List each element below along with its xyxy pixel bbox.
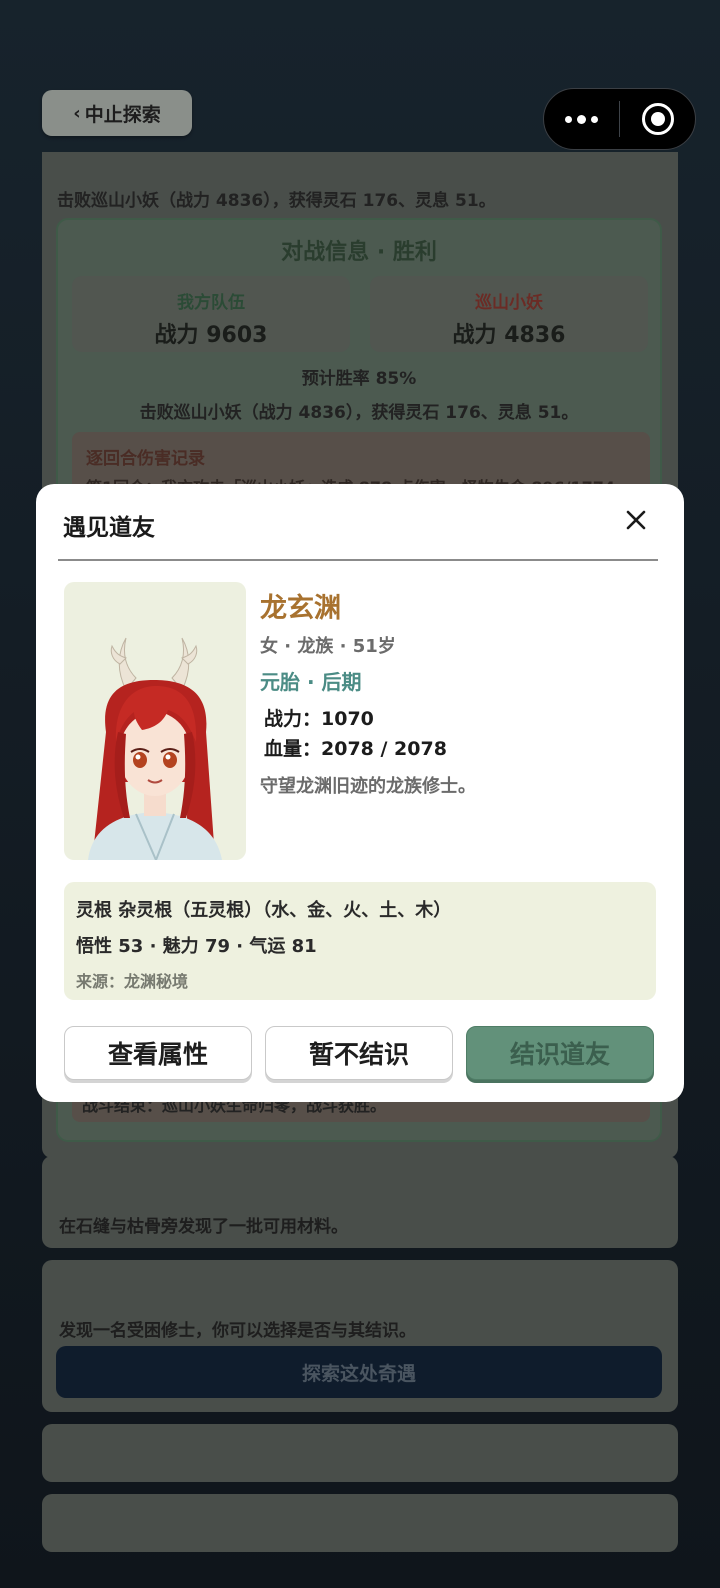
event-text: 发现一名受困修士，你可以选择是否与其结识。	[59, 1321, 416, 1341]
event-card-empty	[42, 1424, 678, 1482]
our-team-power: 战力 9603	[154, 323, 268, 348]
explore-encounter-button[interactable]: 探索这处奇遇	[56, 1346, 662, 1398]
character-realm: 元胎 · 后期	[260, 670, 362, 694]
our-team-label: 我方队伍	[177, 293, 245, 313]
abort-exploration-button[interactable]: ‹ 中止探索	[42, 90, 192, 136]
character-info-box: 灵根 杂灵根（五灵根）（水、金、火、土、木） 悟性 53 · 魅力 79 · 气…	[64, 882, 656, 1000]
event-text: 在石缝与枯骨旁发现了一批可用材料。	[59, 1217, 348, 1237]
dialog-title: 遇见道友	[63, 515, 155, 541]
character-attributes: 悟性 53 · 魅力 79 · 气运 81	[76, 936, 317, 957]
spirit-root: 灵根 杂灵根（五灵根）（水、金、火、土、木）	[76, 900, 452, 921]
decline-button[interactable]: 暂不结识	[265, 1026, 453, 1080]
event-card-cultivator: 发现一名受困修士，你可以选择是否与其结识。 探索这处奇遇	[42, 1260, 678, 1412]
win-rate: 预计胜率 85%	[301, 369, 417, 389]
close-icon[interactable]	[620, 504, 652, 536]
character-name: 龙玄渊	[260, 593, 341, 624]
event-card-empty	[42, 1494, 678, 1552]
mini-program-capsule	[543, 88, 696, 150]
battle-result: 击败巡山小妖（战力 4836），获得灵石 176、灵息 51。	[139, 403, 579, 423]
chevron-left-icon: ‹	[73, 102, 81, 124]
top-bar: ‹ 中止探索	[0, 0, 720, 160]
battle-title: 对战信息 · 胜利	[281, 240, 437, 265]
encounter-dialog: 遇见道友 龙玄渊 女 · 龙族 · 51岁 元胎 · 后期 战力：1070 血量…	[36, 484, 684, 1102]
damage-log-title: 逐回合伤害记录	[86, 449, 205, 469]
dialog-divider	[58, 559, 658, 561]
more-icon[interactable]	[544, 114, 619, 124]
enemy-team-card: 巡山小妖 战力 4836	[370, 276, 648, 352]
character-meta: 女 · 龙族 · 51岁	[260, 636, 396, 657]
close-miniprogram-icon[interactable]	[620, 103, 695, 135]
view-attributes-button[interactable]: 查看属性	[64, 1026, 252, 1080]
event-card-materials: 在石缝与枯骨旁发现了一批可用材料。	[42, 1156, 678, 1248]
befriend-button[interactable]: 结识道友	[466, 1026, 654, 1080]
battle-summary: 击败巡山小妖（战力 4836），获得灵石 176、灵息 51。	[57, 191, 496, 211]
character-power: 战力：1070	[264, 708, 374, 730]
our-team-card: 我方队伍 战力 9603	[72, 276, 350, 352]
character-hp: 血量：2078 / 2078	[264, 738, 447, 760]
character-description: 守望龙渊旧迹的龙族修士。	[260, 776, 476, 797]
back-button-label: 中止探索	[84, 103, 161, 126]
character-portrait	[64, 582, 246, 860]
enemy-team-label: 巡山小妖	[475, 293, 543, 313]
enemy-team-power: 战力 4836	[452, 323, 566, 348]
character-source: 来源：龙渊秘境	[76, 972, 189, 991]
